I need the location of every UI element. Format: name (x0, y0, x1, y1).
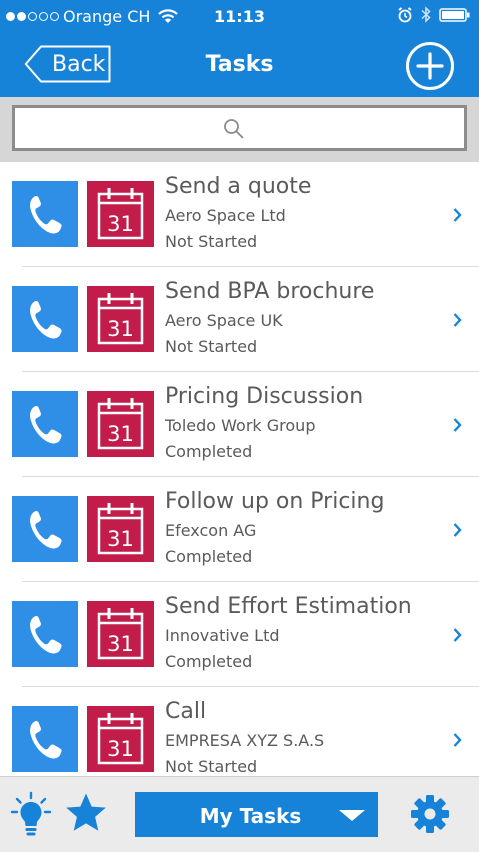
calendar-button[interactable]: 31 (87, 496, 154, 562)
task-company: Efexcon AG (165, 521, 257, 540)
calendar-icon: 31 (97, 713, 144, 765)
bluetooth-icon (421, 6, 431, 23)
phone-icon (30, 720, 62, 759)
phone-icon (30, 405, 62, 444)
search-input[interactable] (12, 105, 467, 151)
calendar-icon: 31 (97, 503, 144, 555)
calendar-day: 31 (107, 737, 134, 761)
battery-icon (439, 7, 470, 22)
task-title: Call (165, 699, 207, 724)
task-title: Follow up on Pricing (165, 489, 385, 514)
bottom-toolbar: My Tasks (0, 776, 479, 852)
task-status: Not Started (165, 337, 258, 356)
search-icon (224, 119, 244, 139)
calendar-day: 31 (107, 422, 134, 446)
status-right (397, 6, 471, 23)
calendar-day: 31 (107, 527, 134, 551)
task-title: Pricing Discussion (165, 384, 364, 409)
calendar-icon: 31 (97, 608, 144, 660)
phone-button[interactable] (12, 181, 78, 247)
star-icon[interactable] (65, 792, 107, 834)
phone-button[interactable] (12, 496, 78, 562)
calendar-icon: 31 (97, 293, 144, 345)
task-status: Completed (165, 652, 253, 671)
header: Orange CH 11:13 Back Tasks (0, 0, 479, 97)
task-company: Aero Space UK (165, 311, 283, 330)
gear-icon[interactable] (409, 793, 451, 835)
status-bar: Orange CH 11:13 (0, 0, 479, 34)
lightbulb-icon[interactable] (10, 791, 52, 839)
table-row[interactable]: 31 Send Effort Estimation Innovative Ltd… (0, 582, 479, 687)
my-tasks-label: My Tasks (199, 804, 302, 828)
table-row[interactable]: 31 Send BPA brochure Aero Space UK Not S… (0, 267, 479, 372)
task-title: Send Effort Estimation (165, 594, 412, 619)
task-status: Completed (165, 547, 253, 566)
calendar-button[interactable]: 31 (87, 286, 154, 352)
phone-button[interactable] (12, 286, 78, 352)
chevron-right-icon (453, 733, 462, 747)
alarm-icon (398, 6, 412, 22)
calendar-day: 31 (107, 212, 134, 236)
calendar-icon: 31 (97, 188, 144, 240)
task-title: Send a quote (165, 174, 312, 199)
task-company: Toledo Work Group (165, 416, 316, 435)
calendar-button[interactable]: 31 (87, 706, 154, 772)
calendar-day: 31 (107, 632, 134, 656)
chevron-right-icon (453, 418, 462, 432)
task-status: Completed (165, 442, 253, 461)
chevron-right-icon (453, 208, 462, 222)
phone-icon (30, 615, 62, 654)
task-company: EMPRESA XYZ S.A.S (165, 731, 325, 750)
chevron-right-icon (453, 628, 462, 642)
table-row[interactable]: 31 Call EMPRESA XYZ S.A.S Not Started (0, 687, 479, 776)
phone-button[interactable] (12, 391, 78, 457)
my-tasks-dropdown[interactable]: My Tasks (135, 792, 378, 837)
task-title: Send BPA brochure (165, 279, 375, 304)
chevron-right-icon (453, 523, 462, 537)
task-status: Not Started (165, 757, 258, 776)
dropdown-icon (339, 810, 365, 821)
search-area (0, 97, 479, 162)
phone-icon (30, 300, 62, 339)
phone-button[interactable] (12, 601, 78, 667)
calendar-icon: 31 (97, 398, 144, 450)
table-row[interactable]: 31 Pricing Discussion Toledo Work Group … (0, 372, 479, 477)
calendar-button[interactable]: 31 (87, 181, 154, 247)
phone-button[interactable] (12, 706, 78, 772)
task-status: Not Started (165, 232, 258, 251)
calendar-day: 31 (107, 317, 134, 341)
calendar-button[interactable]: 31 (87, 601, 154, 667)
task-company: Aero Space Ltd (165, 206, 286, 225)
phone-icon (30, 510, 62, 549)
phone-icon (30, 195, 62, 234)
task-company: Innovative Ltd (165, 626, 280, 645)
calendar-button[interactable]: 31 (87, 391, 154, 457)
chevron-right-icon (453, 313, 462, 327)
task-list: 31 Send a quote Aero Space Ltd Not Start… (0, 162, 479, 776)
table-row[interactable]: 31 Follow up on Pricing Efexcon AG Compl… (0, 477, 479, 582)
table-row[interactable]: 31 Send a quote Aero Space Ltd Not Start… (0, 162, 479, 267)
add-icon[interactable] (405, 41, 455, 91)
